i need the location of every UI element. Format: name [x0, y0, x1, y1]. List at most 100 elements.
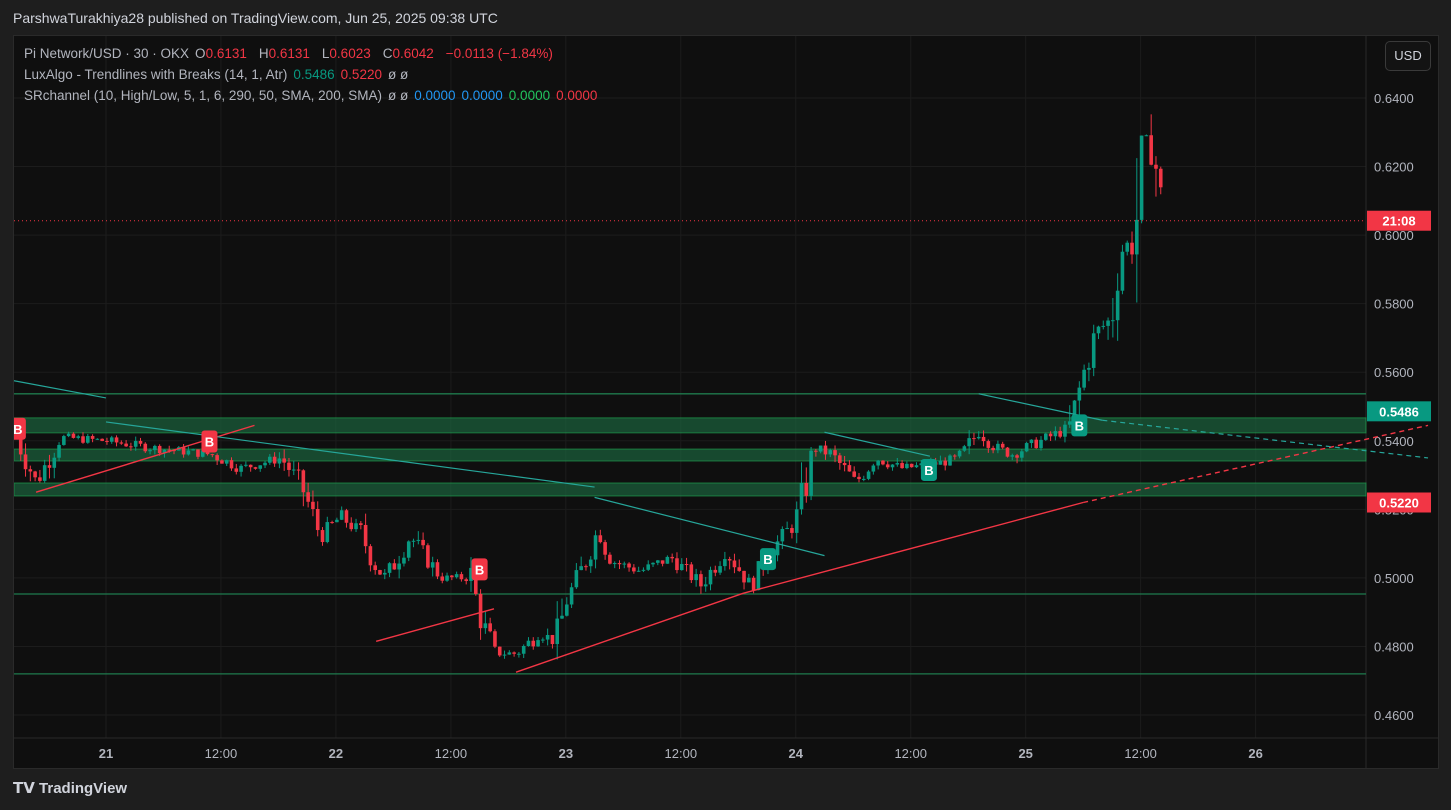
- candle-body: [382, 572, 387, 575]
- candle-body: [133, 440, 138, 447]
- candle-body: [747, 577, 751, 583]
- candle-body: [105, 440, 109, 442]
- candle-body: [1082, 369, 1086, 388]
- candle-body: [1144, 135, 1149, 137]
- candle-body: [397, 563, 401, 570]
- candle-body: [129, 446, 133, 448]
- candle-body: [689, 564, 694, 581]
- candle-body: [871, 465, 876, 472]
- time-tick-label: 12:00: [894, 746, 927, 761]
- candle-body: [143, 443, 148, 452]
- candle-body: [57, 444, 61, 458]
- time-tick-label: 24: [789, 746, 804, 761]
- trendline-support: [375, 608, 495, 643]
- candle-body: [71, 433, 76, 438]
- indicator-legend-luxalgo: LuxAlgo - Trendlines with Breaks (14, 1,…: [24, 67, 414, 82]
- candle-body: [593, 535, 598, 560]
- candle-body: [981, 436, 986, 442]
- candle-body: [612, 563, 617, 565]
- symbol-name[interactable]: Pi Network/USD · 30 · OKX: [24, 46, 189, 61]
- close-value: 0.6042: [392, 46, 434, 61]
- candle-body: [445, 575, 449, 581]
- indicator-legend-srchannel: SRchannel (10, High/Low, 5, 1, 6, 290, 5…: [24, 88, 603, 103]
- candle-body: [1039, 439, 1043, 449]
- candle-body: [1043, 433, 1048, 440]
- candle-body: [28, 469, 33, 472]
- candle-body: [1053, 431, 1058, 437]
- break-label-down: B: [14, 417, 26, 440]
- candle-body: [636, 570, 641, 572]
- candle-body: [1135, 219, 1139, 255]
- candle-body: [842, 462, 847, 466]
- candle-body: [1034, 439, 1039, 449]
- candle-body: [818, 445, 823, 452]
- indicator-value: 0.0000: [461, 88, 503, 103]
- candle-body: [852, 471, 856, 477]
- candle-body: [957, 450, 962, 457]
- candle-body: [268, 456, 272, 463]
- candle-body: [790, 528, 794, 533]
- candle-body: [311, 501, 315, 509]
- candle-body: [694, 574, 698, 581]
- price-chart[interactable]: 0.64000.62000.60000.58000.56000.54000.52…: [14, 36, 1438, 768]
- candle-body: [603, 542, 607, 555]
- candle-body: [1077, 387, 1082, 401]
- sr-zone: [14, 417, 1367, 434]
- candle-body: [914, 465, 919, 468]
- candle-body: [1149, 135, 1153, 165]
- candle-body: [282, 458, 286, 463]
- candle-body: [1139, 135, 1144, 220]
- candle-body: [330, 522, 334, 524]
- candle-body: [315, 508, 320, 531]
- trendline-resistance: [14, 380, 107, 399]
- candle-body: [325, 522, 330, 543]
- close-label: C: [382, 46, 393, 61]
- chart-pane[interactable]: 0.64000.62000.60000.58000.56000.54000.52…: [13, 35, 1439, 769]
- candle-body: [138, 440, 143, 444]
- candle-body: [742, 570, 746, 583]
- price-tick-label: 0.6400: [1374, 91, 1414, 106]
- candle-body: [239, 465, 243, 472]
- candle-body: [402, 557, 406, 564]
- break-text: B: [924, 463, 933, 478]
- candle-body: [291, 469, 296, 471]
- candle-body: [948, 455, 952, 466]
- candle-body: [866, 471, 871, 479]
- candle-body: [905, 463, 909, 469]
- candle-body: [359, 523, 363, 525]
- tradingview-logo[interactable]: 𝗧𝗩 TradingView: [13, 779, 127, 797]
- candle-body: [632, 567, 636, 572]
- indicator-value: 0.5486: [293, 67, 335, 82]
- candle-body: [301, 470, 306, 493]
- candle-body: [727, 559, 732, 561]
- time-tick-label: 26: [1248, 746, 1262, 761]
- candle-body: [622, 563, 627, 565]
- candle-body: [47, 465, 52, 468]
- indicator-name[interactable]: LuxAlgo - Trendlines with Breaks (14, 1,…: [24, 67, 287, 82]
- candle-body: [1154, 164, 1158, 169]
- indicator-na: ø ø: [387, 88, 409, 103]
- currency-button[interactable]: USD: [1385, 41, 1431, 71]
- time-tick-label: 25: [1018, 746, 1032, 761]
- candle-body: [838, 455, 842, 463]
- candle-body: [1029, 439, 1034, 444]
- candle-body: [196, 449, 200, 457]
- candle-body: [598, 535, 603, 543]
- candle-body: [608, 554, 612, 564]
- candle-body: [751, 577, 756, 591]
- candle-body: [296, 469, 301, 471]
- logo-text: TradingView: [39, 780, 128, 797]
- candle-body: [478, 593, 483, 629]
- candle-body: [679, 564, 684, 571]
- candle-body: [435, 562, 440, 577]
- indicator-name[interactable]: SRchannel (10, High/Low, 5, 1, 6, 290, 5…: [24, 88, 382, 103]
- candle-body: [507, 652, 512, 655]
- candle-body: [962, 446, 967, 451]
- candle-body: [378, 570, 382, 575]
- candle-body: [550, 634, 555, 645]
- candle-body: [675, 558, 679, 571]
- candle-body: [847, 465, 852, 472]
- candle-body: [1048, 433, 1053, 437]
- candle-body: [1024, 443, 1029, 452]
- candle-body: [1000, 443, 1005, 448]
